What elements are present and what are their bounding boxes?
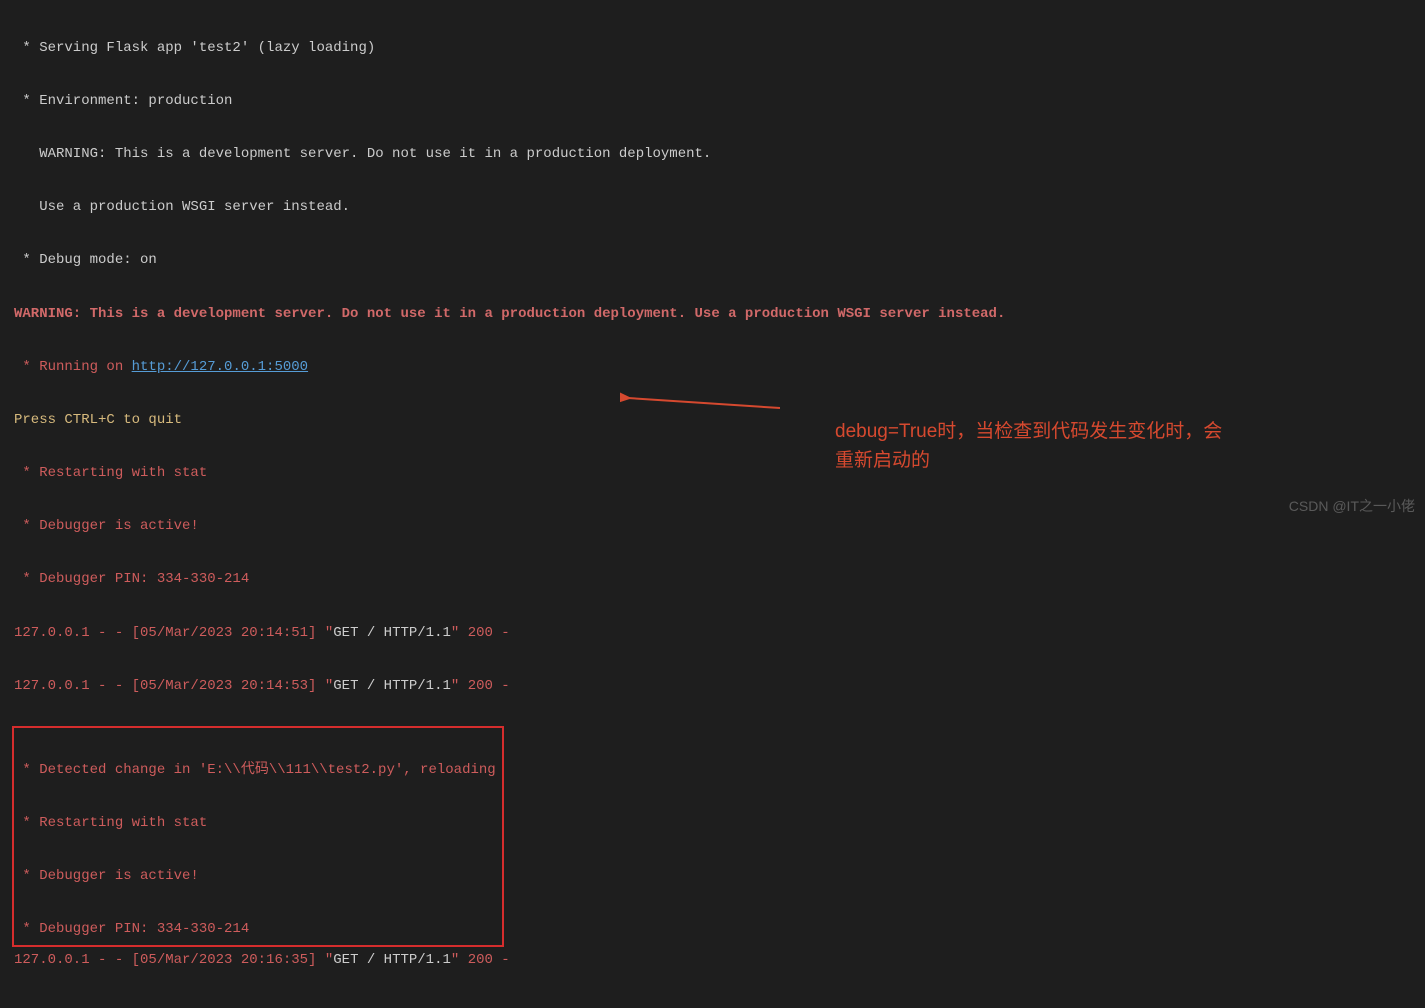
log-line: * Debugger is active! [14,863,496,890]
watermark-text: CSDN @IT之一小佬 [1289,493,1415,520]
http-method: GET / HTTP/1.1 [333,952,451,968]
request-log-line: 127.0.0.1 - - [05/Mar/2023 20:14:53] "GE… [14,673,1411,700]
terminal-output: * Serving Flask app 'test2' (lazy loadin… [0,0,1425,1008]
annotation-line: 重新启动的 [835,447,1395,476]
log-line: * Environment: production [14,88,1411,115]
log-line: Use a production WSGI server instead. [14,194,1411,221]
log-line: WARNING: This is a development server. D… [14,141,1411,168]
annotation-text: debug=True时，当检查到代码发生变化时，会 重新启动的 [835,418,1395,475]
request-log-line: 127.0.0.1 - - [05/Mar/2023 20:14:51] "GE… [14,620,1411,647]
log-line: * Debug mode: on [14,247,1411,274]
log-prefix: 127.0.0.1 - - [05/Mar/2023 20:14:51] " [14,625,333,641]
log-line: * Serving Flask app 'test2' (lazy loadin… [14,35,1411,62]
log-prefix: 127.0.0.1 - - [05/Mar/2023 20:14:53] " [14,678,333,694]
request-log-line: 127.0.0.1 - - [05/Mar/2023 20:16:35] "GE… [14,947,1411,974]
log-suffix: " 200 - [451,952,510,968]
warning-line: WARNING: This is a development server. D… [14,301,1411,328]
log-line: * Restarting with stat [14,810,496,837]
log-line: * Running on http://127.0.0.1:5000 [14,354,1411,381]
running-on-text: * Running on [14,359,132,375]
http-method: GET / HTTP/1.1 [333,678,451,694]
log-suffix: " 200 - [451,625,510,641]
log-line: * Debugger PIN: 334-330-214 [14,916,496,943]
http-method: GET / HTTP/1.1 [333,625,451,641]
log-line: * Debugger is active! [14,513,1411,540]
server-url-link[interactable]: http://127.0.0.1:5000 [132,359,308,375]
log-prefix: 127.0.0.1 - - [05/Mar/2023 20:16:35] " [14,952,333,968]
log-line: * Debugger PIN: 334-330-214 [14,566,1411,593]
log-line: * Detected change in 'E:\\代码\\111\\test2… [14,757,496,784]
annotation-line: debug=True时，当检查到代码发生变化时，会 [835,418,1395,447]
highlight-box: * Detected change in 'E:\\代码\\111\\test2… [12,726,504,947]
log-suffix: " 200 - [451,678,510,694]
